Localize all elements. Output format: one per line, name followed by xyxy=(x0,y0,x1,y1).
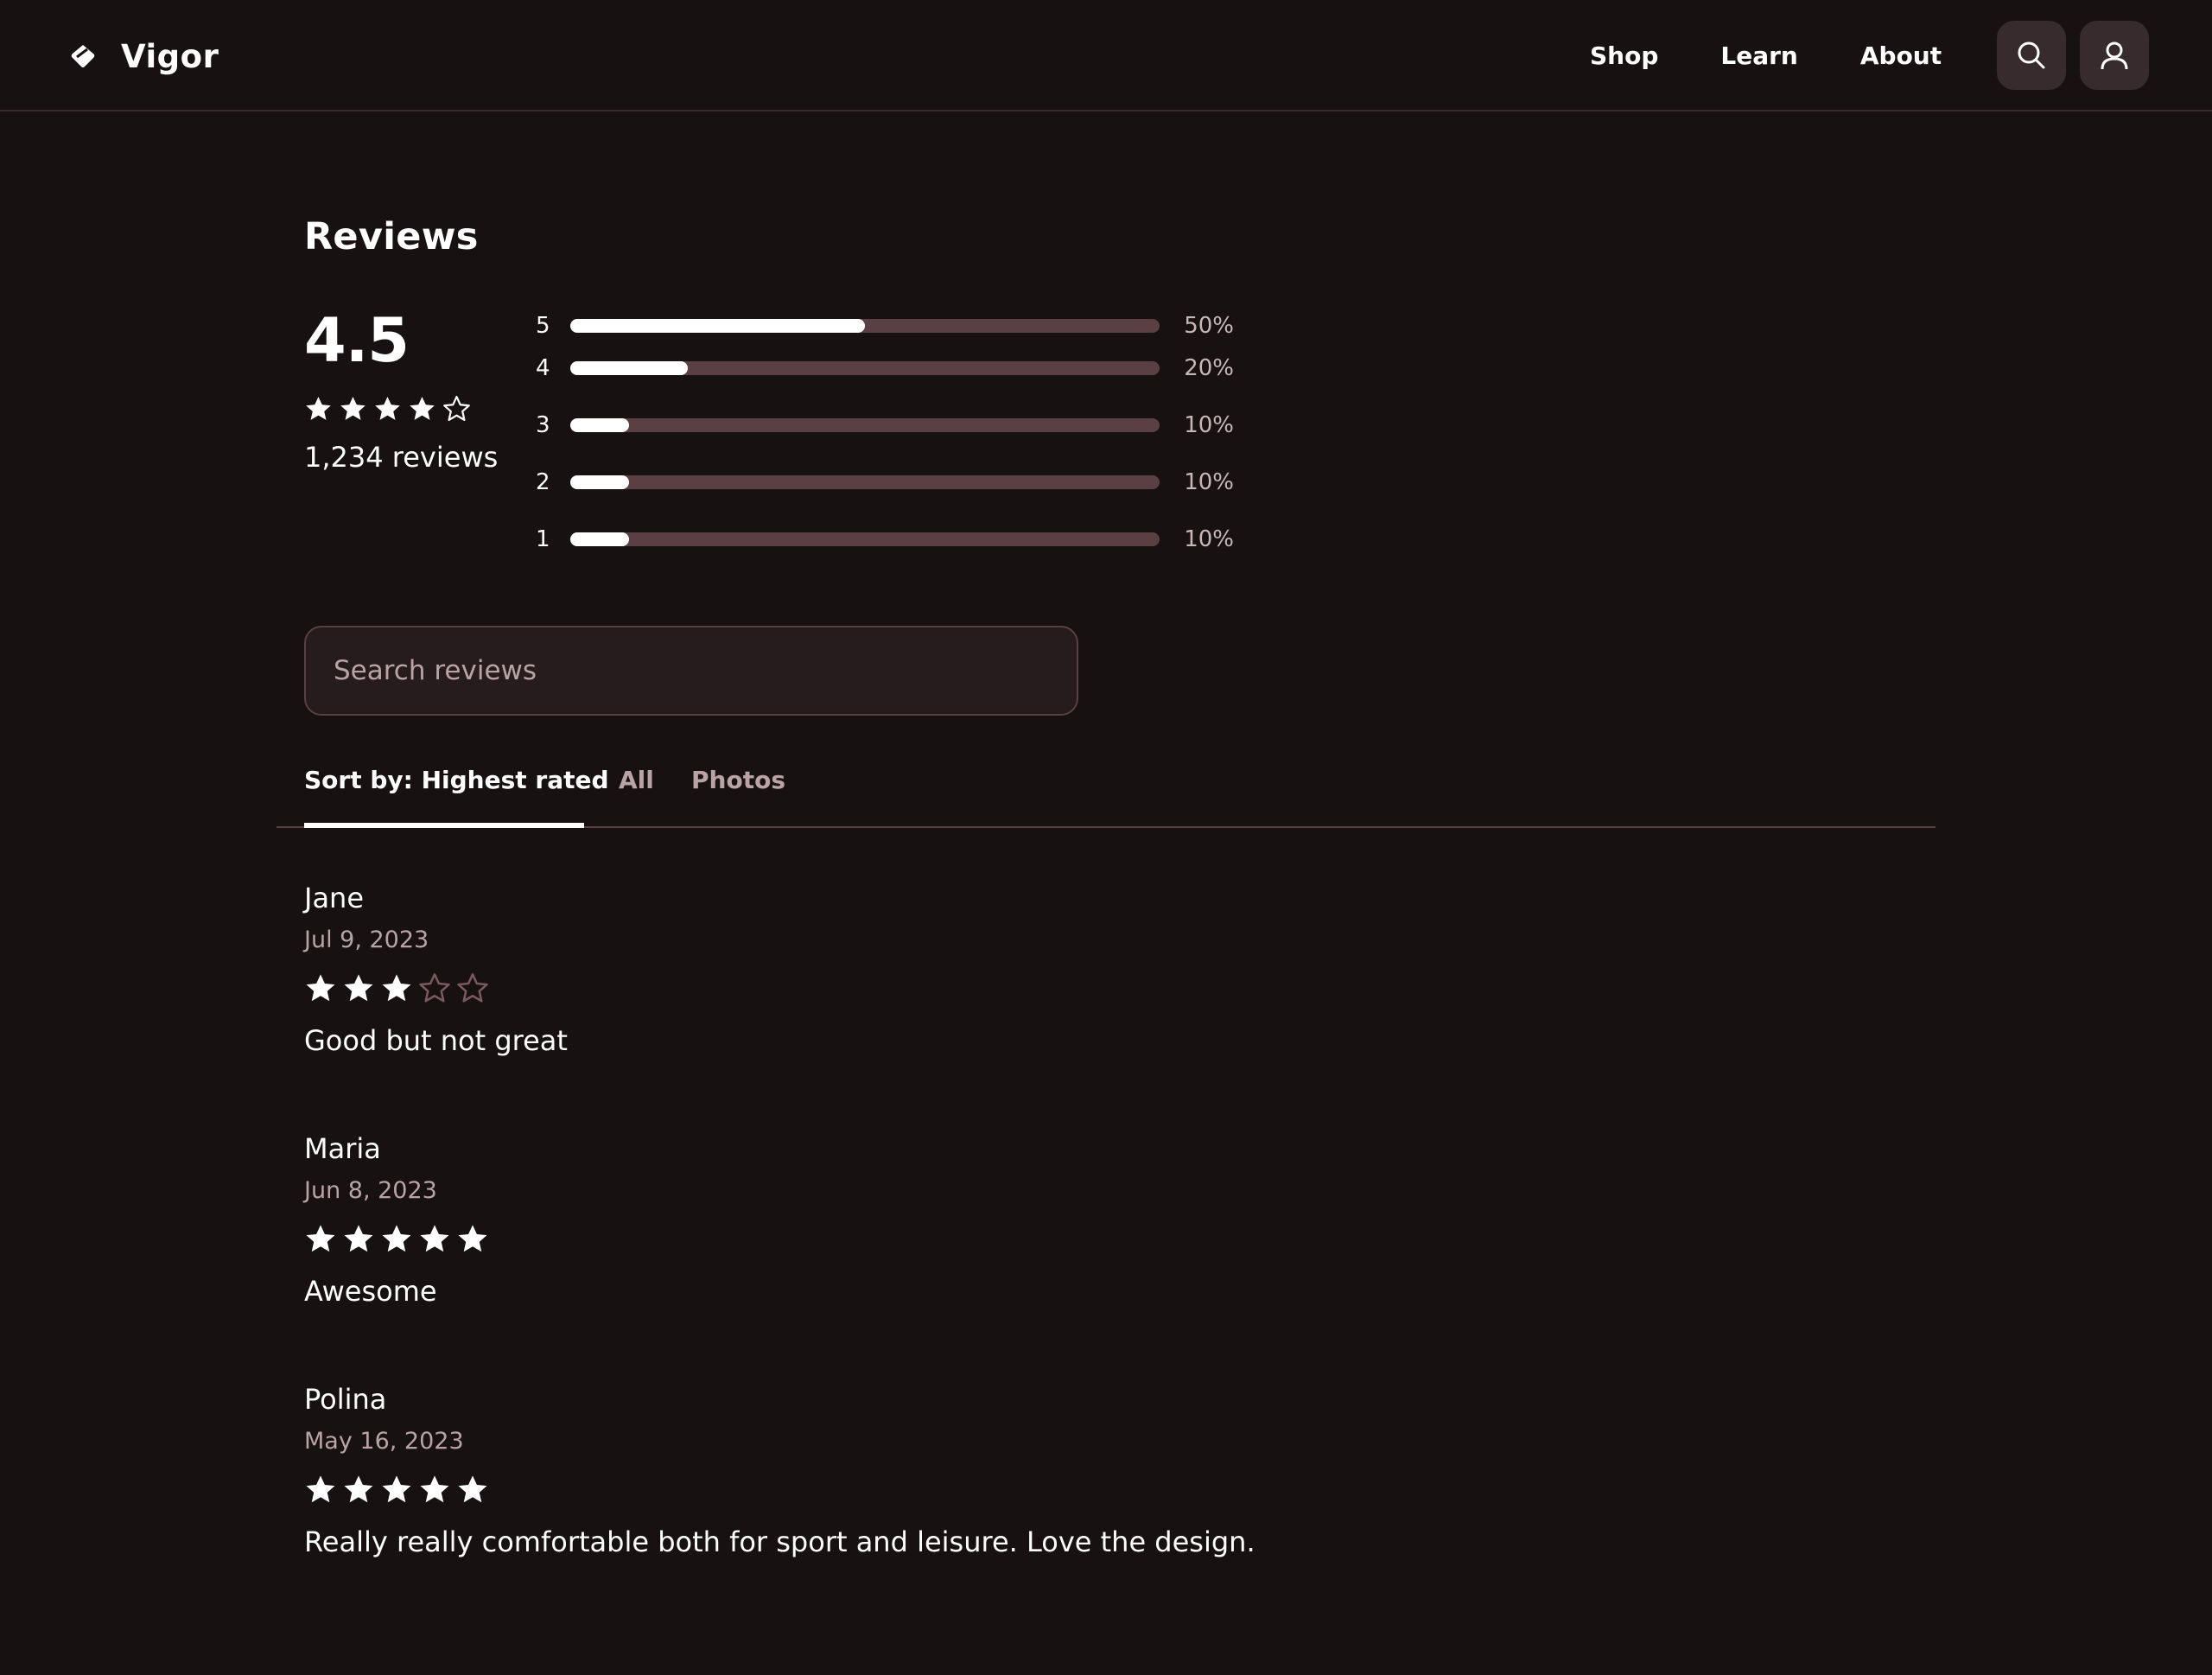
distribution-track xyxy=(570,532,1160,546)
search-reviews[interactable] xyxy=(304,626,1078,716)
distribution-percent: 10% xyxy=(1184,526,1234,552)
distribution-row: 4 20% xyxy=(536,340,1255,397)
reviewer-name: Polina xyxy=(304,1383,387,1416)
distribution-percent: 10% xyxy=(1184,412,1234,438)
star-outline-icon xyxy=(457,973,488,1003)
review-stars xyxy=(304,1474,1687,1506)
distribution-fill xyxy=(570,361,689,375)
tab-all[interactable]: All xyxy=(619,747,654,828)
review-item: Jane Jul 9, 2023 Good but not great xyxy=(304,882,1687,1057)
star-filled-icon xyxy=(306,1475,335,1503)
logo-icon xyxy=(71,45,95,67)
review-item: Maria Jun 8, 2023 Awesome xyxy=(304,1132,1687,1308)
search-icon xyxy=(2018,41,2045,69)
page-title: Reviews xyxy=(304,215,479,258)
distribution-row: 2 10% xyxy=(536,454,1255,511)
review-text: Awesome xyxy=(304,1275,437,1308)
distribution-percent: 10% xyxy=(1184,469,1234,495)
reviewer-name: Maria xyxy=(304,1132,381,1165)
distribution-star-label: 3 xyxy=(536,412,550,438)
distribution-track xyxy=(570,475,1160,489)
distribution-row: 1 10% xyxy=(536,511,1255,568)
review-text: Good but not great xyxy=(304,1024,568,1057)
star-filled-icon xyxy=(344,974,373,1002)
distribution-row: 5 50% xyxy=(536,312,1255,340)
brand-name: Vigor xyxy=(121,37,219,75)
star-filled-icon xyxy=(382,1225,411,1252)
user-icon xyxy=(2101,41,2128,70)
star-filled-icon xyxy=(382,974,411,1002)
review-tabs: Sort by: Highest rated All Photos xyxy=(276,747,1936,828)
distribution-fill xyxy=(570,532,630,546)
distribution-percent: 50% xyxy=(1184,313,1234,339)
review-item: Polina May 16, 2023 Really really comforta… xyxy=(304,1383,1687,1558)
star-filled-icon xyxy=(410,397,435,420)
average-rating: 4.5 xyxy=(304,305,410,376)
distribution-fill xyxy=(570,418,630,432)
distribution-star-label: 1 xyxy=(536,526,550,552)
star-filled-icon xyxy=(306,974,335,1002)
star-filled-icon xyxy=(458,1475,487,1503)
nav-learn[interactable]: Learn xyxy=(1720,41,1797,70)
star-filled-icon xyxy=(344,1225,373,1252)
tab-sort-highest-rated[interactable]: Sort by: Highest rated xyxy=(304,747,609,828)
review-text: Really really comfortable both for sport… xyxy=(304,1525,1255,1558)
star-outline-icon xyxy=(443,395,470,421)
reviewer-name: Jane xyxy=(304,882,365,914)
search-input[interactable] xyxy=(334,655,1049,686)
review-stars xyxy=(304,972,1687,1005)
distribution-fill xyxy=(570,319,865,333)
star-filled-icon xyxy=(306,397,331,420)
review-count: 1,234 reviews xyxy=(304,441,499,474)
site-header: Vigor Shop Learn About xyxy=(0,0,2212,111)
star-filled-icon xyxy=(382,1475,411,1503)
review-date: May 16, 2023 xyxy=(304,1428,464,1455)
main-nav: Shop Learn About xyxy=(1590,21,2150,90)
review-date: Jul 9, 2023 xyxy=(304,927,429,953)
rating-summary: 4.5 1,234 reviews xyxy=(304,310,520,474)
account-button[interactable] xyxy=(2080,21,2150,90)
distribution-track xyxy=(570,418,1160,432)
distribution-fill xyxy=(570,475,630,489)
star-filled-icon xyxy=(306,1225,335,1252)
brand[interactable]: Vigor xyxy=(69,35,219,78)
star-filled-icon xyxy=(344,1475,373,1503)
nav-shop[interactable]: Shop xyxy=(1590,41,1658,70)
distribution-star-label: 4 xyxy=(536,355,550,381)
tab-photos[interactable]: Photos xyxy=(691,747,785,828)
distribution-track xyxy=(570,361,1160,375)
nav-about[interactable]: About xyxy=(1860,41,1942,70)
review-stars xyxy=(304,1223,1687,1256)
review-date: Jun 8, 2023 xyxy=(304,1177,437,1204)
distribution-row: 3 10% xyxy=(536,397,1255,454)
star-filled-icon xyxy=(375,397,400,420)
star-filled-icon xyxy=(340,397,365,420)
star-outline-icon xyxy=(419,973,450,1003)
star-filled-icon xyxy=(458,1225,487,1252)
distribution-star-label: 5 xyxy=(536,313,550,339)
distribution-star-label: 2 xyxy=(536,469,550,495)
search-button[interactable] xyxy=(1997,21,2067,90)
average-stars xyxy=(304,395,520,424)
star-filled-icon xyxy=(420,1225,449,1252)
distribution-track xyxy=(570,319,1160,333)
distribution-percent: 20% xyxy=(1184,355,1234,381)
star-filled-icon xyxy=(420,1475,449,1503)
rating-distribution: 5 50% 4 20% 3 10% 2 10% 1 10% xyxy=(536,312,1255,568)
